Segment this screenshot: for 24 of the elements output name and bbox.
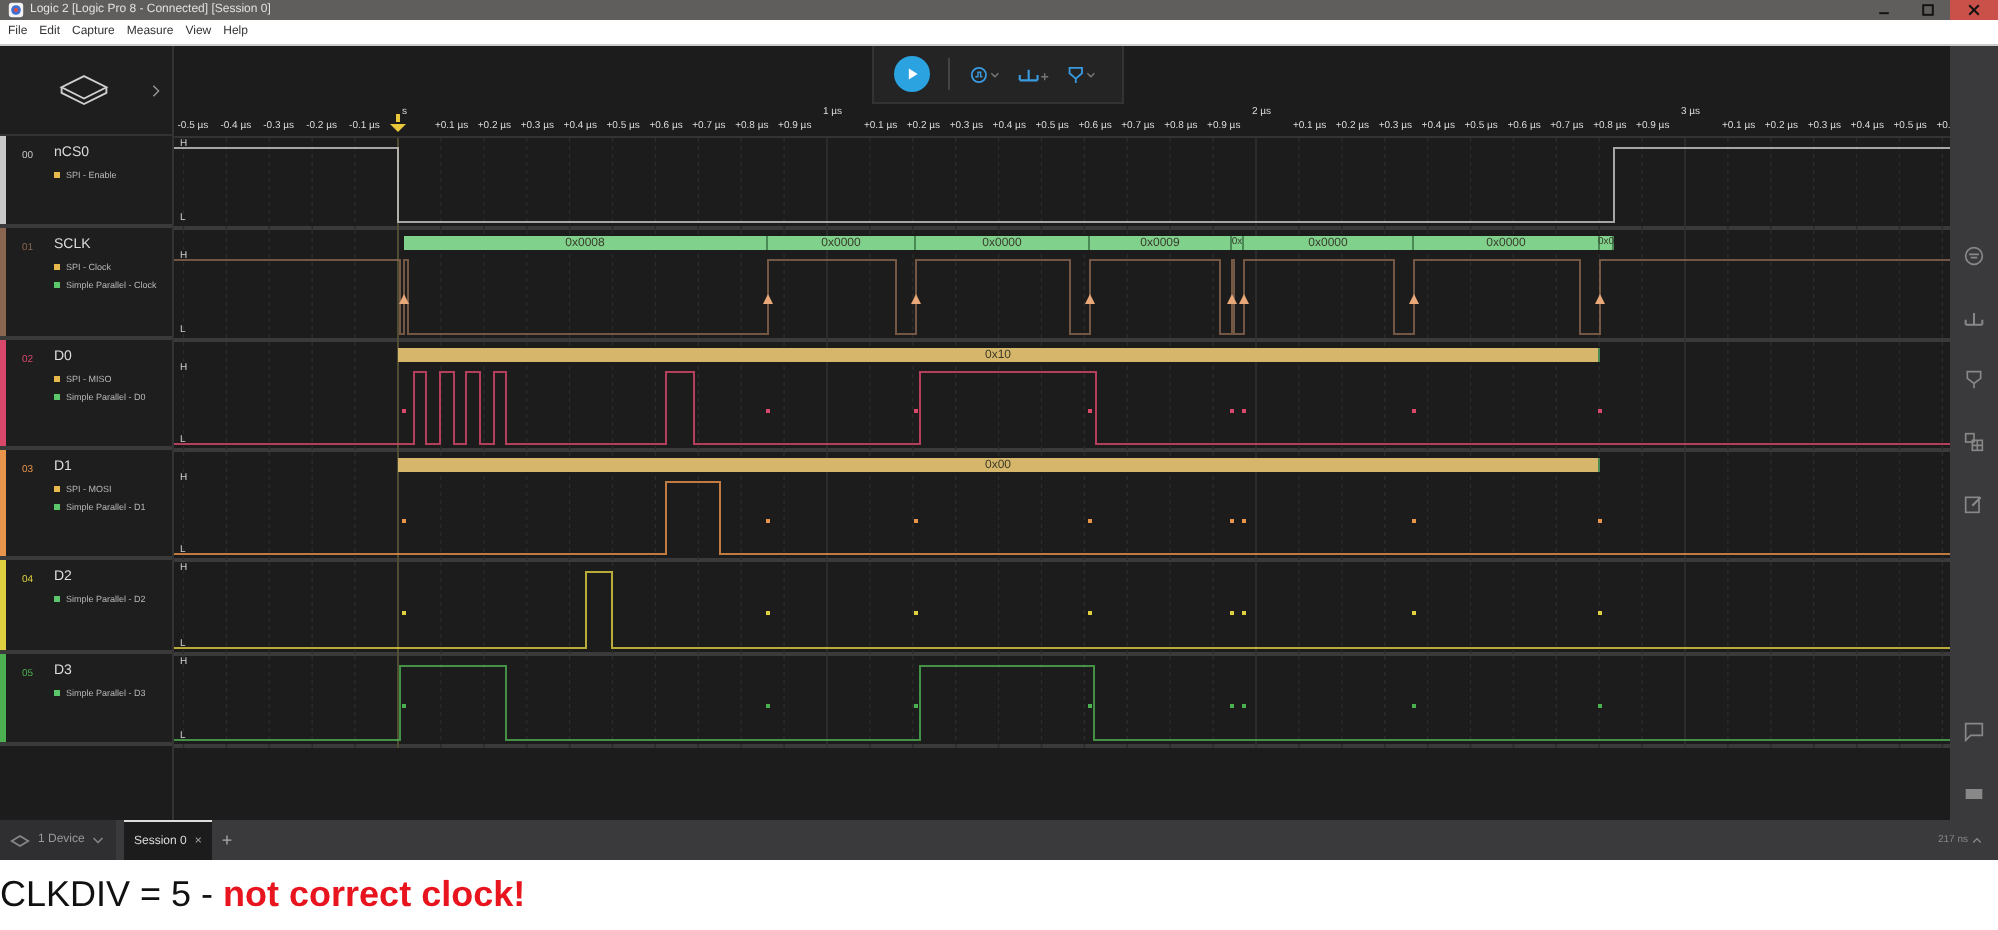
device-icon[interactable] [56, 71, 112, 109]
start-capture-button[interactable] [894, 56, 930, 92]
measure-icon[interactable] [1964, 308, 1984, 328]
trigger-icon [970, 65, 1002, 83]
play-icon [904, 66, 920, 82]
keyboard-icon[interactable] [1964, 784, 1984, 804]
close-button[interactable] [1950, 0, 1998, 20]
marker-icon[interactable] [1964, 370, 1984, 390]
caret-icon [92, 835, 105, 845]
table-icon[interactable] [1964, 432, 1984, 452]
trigger-marker-icon[interactable] [390, 114, 406, 132]
caret-up-icon[interactable] [1972, 836, 1982, 844]
chevron-right-icon[interactable] [152, 83, 160, 97]
comment-icon[interactable] [1964, 722, 1984, 742]
analyzers-icon[interactable] [1964, 246, 1984, 266]
close-icon [1966, 2, 1982, 18]
device-icon [10, 833, 30, 847]
maximize-icon [1920, 2, 1936, 18]
measure-icon [1018, 65, 1050, 83]
caption-text: CLKDIV = 5 - not correct clock! [0, 872, 528, 918]
app-icon [8, 2, 24, 18]
edit-icon[interactable] [1964, 494, 1984, 514]
marker-icon [1066, 65, 1098, 83]
add-tab-button[interactable]: + [221, 830, 233, 850]
